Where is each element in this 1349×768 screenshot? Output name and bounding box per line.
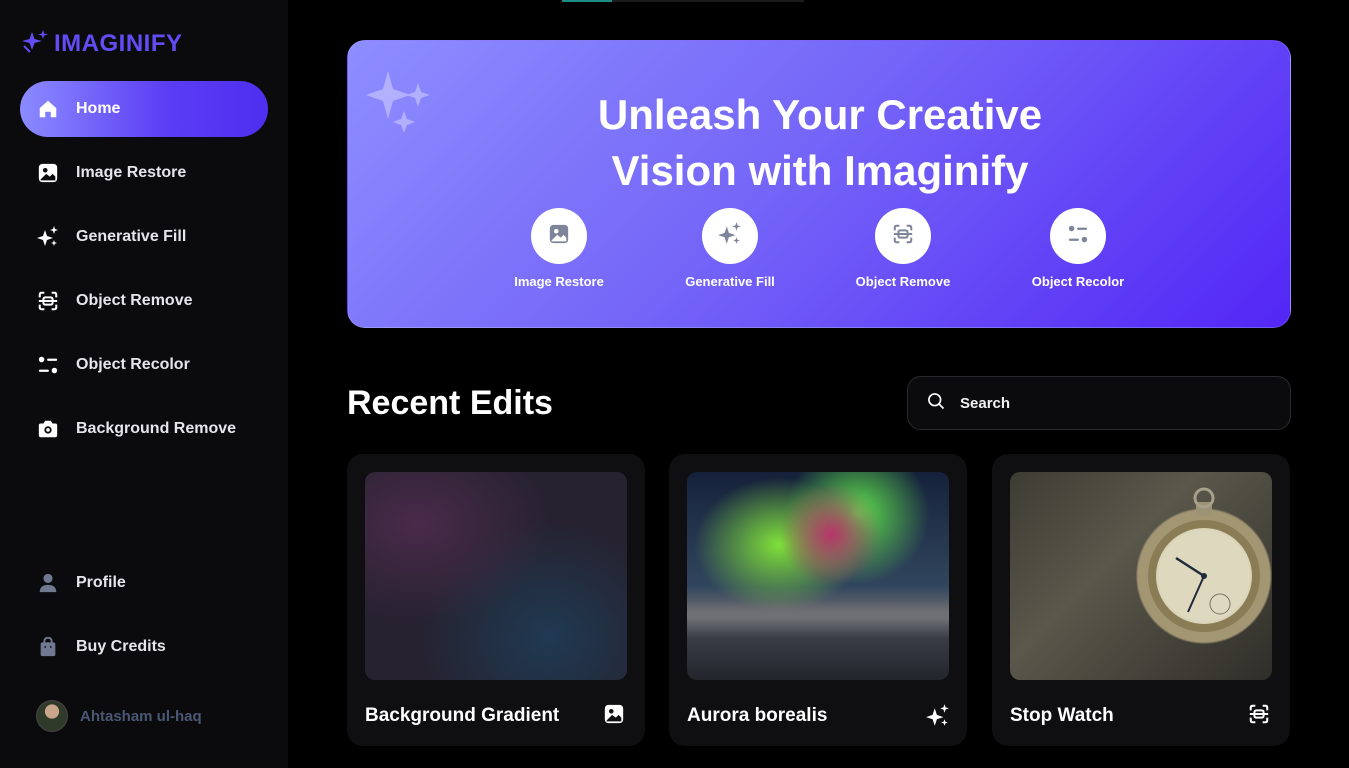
tool-label: Object Recolor: [1031, 274, 1125, 289]
sidebar-bottom-nav: Profile Buy Credits: [20, 555, 268, 683]
home-icon: [36, 97, 60, 121]
sidebar-item-label: Generative Fill: [76, 228, 187, 245]
filter-icon: [1067, 223, 1089, 250]
hero-banner: Unleash Your Creative Vision with Imagin…: [347, 40, 1291, 328]
stars-icon: [925, 703, 949, 727]
sidebar-item-label: Home: [76, 100, 121, 117]
sidebar-nav: Home Image Restore Generative Fill Objec…: [20, 81, 268, 465]
recent-edits-title: Recent Edits: [347, 384, 553, 422]
sidebar-item-label: Object Recolor: [76, 356, 190, 373]
sidebar-item-buy-credits[interactable]: Buy Credits: [20, 619, 268, 675]
search-input[interactable]: [960, 394, 1260, 412]
tool-label: Image Restore: [514, 274, 604, 289]
tool-circle: [1050, 208, 1106, 264]
image-icon: [603, 703, 627, 727]
sidebar-item-object-remove[interactable]: Object Remove: [20, 273, 268, 329]
search-icon: [926, 391, 946, 416]
scan-icon: [36, 289, 60, 313]
stars-icon: [36, 225, 60, 249]
tool-circle: [531, 208, 587, 264]
sidebar: IMAGINIFY Home Image Restore Generative …: [0, 0, 288, 768]
bag-icon: [36, 635, 60, 659]
card-title: Aurora borealis: [687, 705, 828, 726]
card-thumbnail: [365, 472, 627, 680]
user-button[interactable]: Ahtasham ul-haq: [36, 700, 202, 732]
profile-icon: [36, 571, 60, 595]
sidebar-item-label: Object Remove: [76, 292, 193, 309]
sidebar-item-home[interactable]: Home: [20, 81, 268, 137]
recent-edit-card[interactable]: Background Gradient: [347, 454, 645, 746]
card-title: Background Gradient: [365, 705, 560, 726]
user-name: Ahtasham ul-haq: [80, 707, 202, 725]
brand-name: IMAGINIFY: [54, 29, 183, 57]
logo[interactable]: IMAGINIFY: [20, 28, 183, 59]
camera-icon: [36, 417, 60, 441]
image-icon: [36, 161, 60, 185]
top-progress-bar: [562, 0, 804, 2]
tool-circle: [875, 208, 931, 264]
card-thumbnail: [687, 472, 949, 680]
sidebar-item-background-remove[interactable]: Background Remove: [20, 401, 268, 457]
hero-title-line: Vision with Imaginify: [611, 147, 1029, 194]
image-icon: [548, 223, 570, 250]
search-box[interactable]: [907, 376, 1291, 430]
tool-label: Object Remove: [855, 274, 951, 289]
sidebar-item-profile[interactable]: Profile: [20, 555, 268, 611]
sidebar-item-label: Buy Credits: [76, 638, 166, 655]
scan-icon: [1248, 703, 1272, 727]
tool-image-restore[interactable]: Image Restore: [489, 208, 629, 289]
hero-title: Unleash Your Creative Vision with Imagin…: [348, 87, 1290, 199]
recent-edit-card[interactable]: Stop Watch: [992, 454, 1290, 746]
sidebar-item-generative-fill[interactable]: Generative Fill: [20, 209, 268, 265]
tool-circle: [702, 208, 758, 264]
hero-title-line: Unleash Your Creative: [597, 91, 1043, 138]
avatar: [36, 700, 68, 732]
filter-icon: [36, 353, 60, 377]
recent-edit-card[interactable]: Aurora borealis: [669, 454, 967, 746]
sidebar-item-label: Profile: [76, 574, 126, 591]
sidebar-item-image-restore[interactable]: Image Restore: [20, 145, 268, 201]
tool-object-recolor[interactable]: Object Recolor: [1008, 208, 1148, 289]
card-thumbnail: [1010, 472, 1272, 680]
card-title: Stop Watch: [1010, 705, 1114, 726]
tool-generative-fill[interactable]: Generative Fill: [660, 208, 800, 289]
sidebar-item-label: Image Restore: [76, 164, 187, 181]
stars-icon: [20, 28, 50, 59]
stars-icon: [717, 221, 743, 252]
sidebar-item-object-recolor[interactable]: Object Recolor: [20, 337, 268, 393]
tool-object-remove[interactable]: Object Remove: [833, 208, 973, 289]
scan-icon: [892, 223, 914, 250]
tool-label: Generative Fill: [685, 274, 775, 289]
sidebar-item-label: Background Remove: [76, 420, 237, 437]
